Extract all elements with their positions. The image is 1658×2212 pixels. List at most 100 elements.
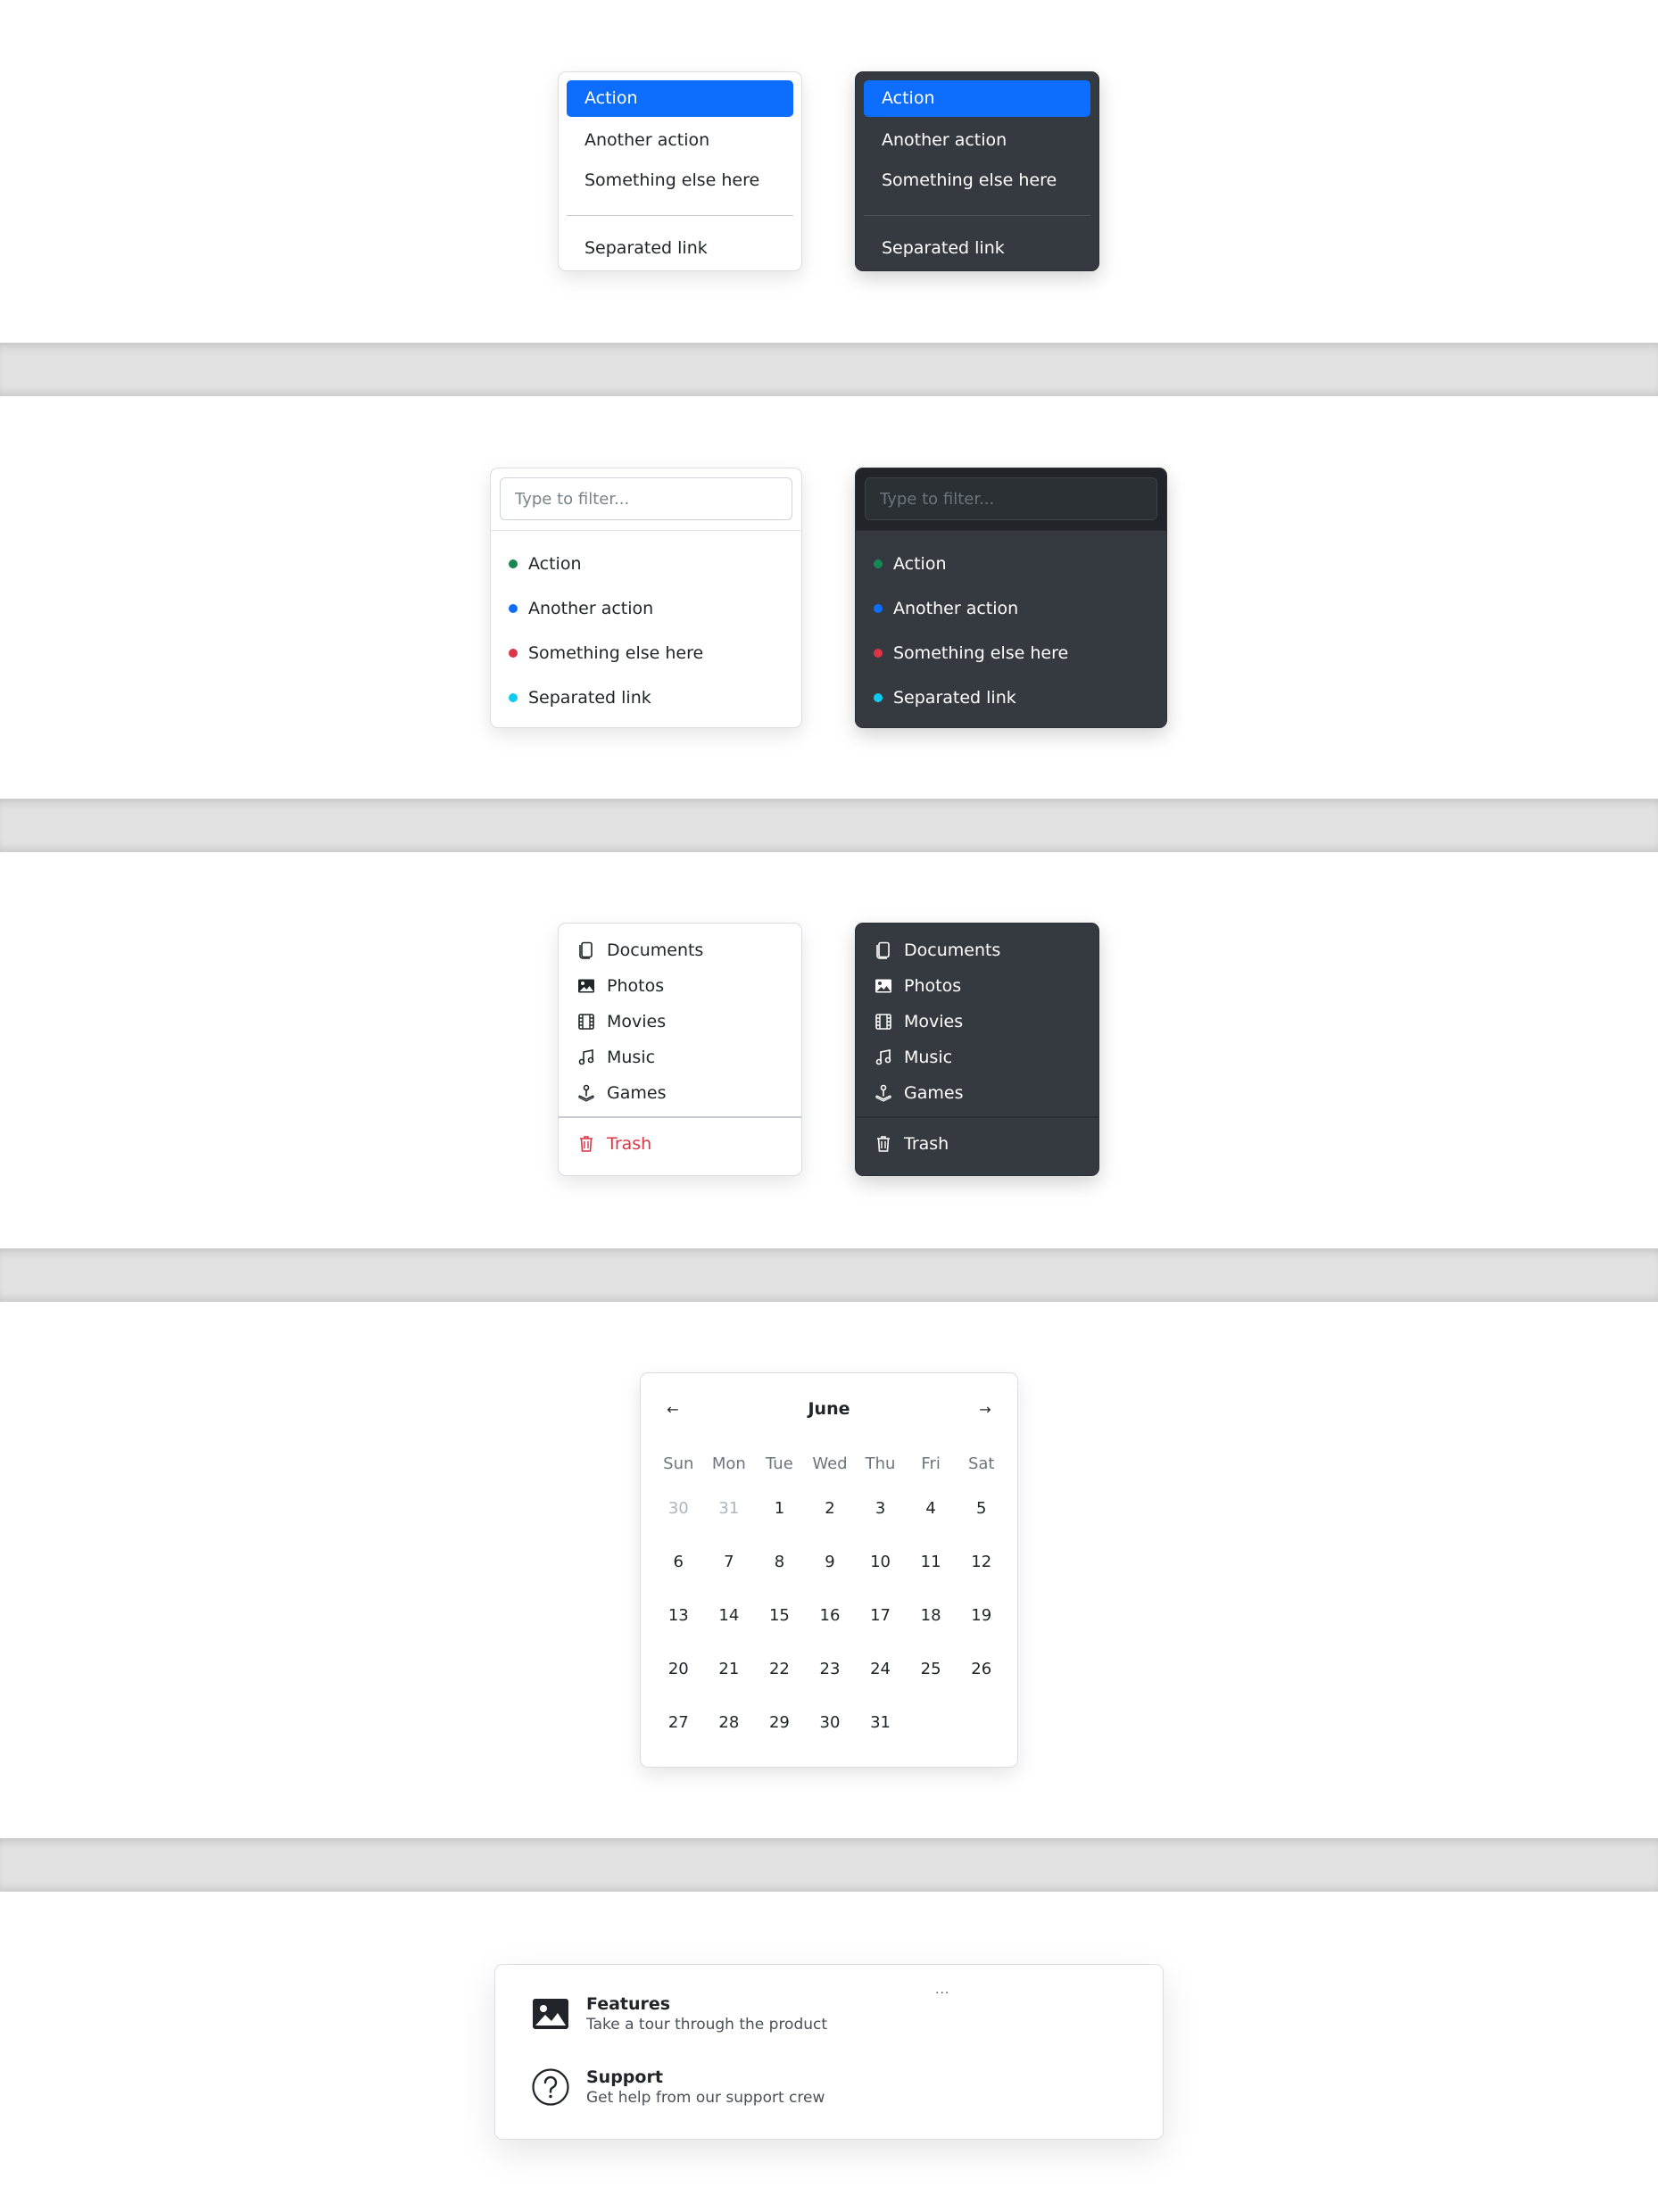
calendar-day[interactable]: 22 [754, 1643, 805, 1696]
menu-item-action[interactable]: Action [567, 80, 793, 117]
calendar-day[interactable]: 9 [805, 1536, 856, 1589]
image-icon [874, 976, 893, 996]
calendar-day[interactable]: 28 [704, 1696, 755, 1750]
menu-item-something-else[interactable]: Something else here [864, 161, 1090, 200]
calendar-day[interactable]: 1 [754, 1482, 805, 1536]
filter-item-something-else[interactable]: Something else here [491, 631, 801, 675]
filter-item-label: Separated link [528, 688, 651, 708]
menu-item-label: Trash [607, 1134, 652, 1154]
menu-item-label: Music [607, 1048, 656, 1067]
menu-item-trash[interactable]: Trash [559, 1118, 801, 1170]
filter-input[interactable] [500, 477, 792, 520]
menu-item-games[interactable]: Games [559, 1075, 801, 1111]
filter-item-something-else[interactable]: Something else here [856, 631, 1166, 675]
filter-item-separated-link[interactable]: Separated link [491, 675, 801, 720]
calendar-day[interactable]: 19 [956, 1589, 1007, 1643]
joystick-icon [576, 1083, 596, 1103]
calendar-day[interactable]: 3 [855, 1482, 906, 1536]
menu-item-label: Documents [607, 940, 704, 960]
menu-item-photos[interactable]: Photos [559, 968, 801, 1004]
calendar-day[interactable]: 27 [653, 1696, 704, 1750]
menu-item-label: Trash [904, 1134, 949, 1154]
status-dot [874, 604, 883, 613]
question-circle-icon [531, 2067, 570, 2107]
menu-divider [567, 215, 793, 216]
calendar-day[interactable]: 13 [653, 1589, 704, 1643]
calendar-day[interactable]: 10 [855, 1536, 906, 1589]
menu-item-documents[interactable]: Documents [856, 932, 1098, 968]
calendar-day[interactable]: 14 [704, 1589, 755, 1643]
calendar-day[interactable]: 30 [653, 1482, 704, 1536]
calendar-day[interactable]: 23 [805, 1643, 856, 1696]
calendar-day[interactable]: 21 [704, 1643, 755, 1696]
calendar-day[interactable]: 30 [805, 1696, 856, 1750]
calendar-day[interactable]: 15 [754, 1589, 805, 1643]
filter-header [856, 468, 1166, 531]
menu-item-label: Games [607, 1083, 667, 1103]
menu-item-label: Games [904, 1083, 964, 1103]
calendar-dropdown: ← June → Sun Mon Tue Wed Thu Fri Sat 30 31 1 2 3 4 5 6… [640, 1372, 1018, 1768]
calendar-day[interactable]: 25 [906, 1643, 957, 1696]
files-icon [874, 940, 893, 960]
section-divider [0, 343, 1658, 396]
menu-item-movies[interactable]: Movies [856, 1004, 1098, 1040]
filter-dropdown-light: Action Another action Something else her… [490, 468, 802, 728]
feature-item-features[interactable]: Features Take a tour through the product [531, 1993, 827, 2034]
calendar-day[interactable]: 17 [855, 1589, 906, 1643]
menu-item-games[interactable]: Games [856, 1075, 1098, 1111]
menu-item-documents[interactable]: Documents [559, 932, 801, 968]
menu-item-separated-link[interactable]: Separated link [567, 228, 793, 268]
calendar-day[interactable]: 26 [956, 1643, 1007, 1696]
filter-item-another-action[interactable]: Another action [856, 586, 1166, 631]
calendar-day[interactable]: 24 [855, 1643, 906, 1696]
filter-input[interactable] [865, 477, 1157, 520]
trash-icon [874, 1134, 893, 1154]
filter-item-action[interactable]: Action [491, 542, 801, 586]
calendar-day[interactable]: 7 [704, 1536, 755, 1589]
calendar-day[interactable]: 11 [906, 1536, 957, 1589]
image-icon [531, 1994, 570, 2034]
calendar-day[interactable]: 18 [906, 1589, 957, 1643]
status-dot [874, 693, 883, 702]
section-divider [0, 1248, 1658, 1302]
calendar-day[interactable]: 20 [653, 1643, 704, 1696]
menu-item-trash[interactable]: Trash [856, 1118, 1098, 1170]
menu-item-photos[interactable]: Photos [856, 968, 1098, 1004]
calendar-day[interactable]: 4 [906, 1482, 957, 1536]
dropdown-menu-dark: Action Another action Something else her… [855, 71, 1099, 271]
calendar-day[interactable]: 31 [855, 1696, 906, 1750]
feature-item-support[interactable]: Support Get help from our support crew [531, 2067, 825, 2108]
calendar-grid: Sun Mon Tue Wed Thu Fri Sat 30 31 1 2 3 4 5 6 7 8 9 10 11 12… [653, 1446, 1007, 1750]
filter-item-action[interactable]: Action [856, 542, 1166, 586]
feature-title: Support [586, 2067, 663, 2087]
filter-item-label: Separated link [893, 688, 1016, 708]
calendar-day[interactable]: 8 [754, 1536, 805, 1589]
next-month-button[interactable]: → [966, 1389, 1005, 1429]
weekday-label: Thu [865, 1454, 896, 1473]
menu-item-another-action[interactable]: Another action [864, 120, 1090, 160]
menu-item-movies[interactable]: Movies [559, 1004, 801, 1040]
calendar-day[interactable]: 2 [805, 1482, 856, 1536]
menu-item-music[interactable]: Music [559, 1040, 801, 1075]
menu-item-label: Movies [607, 1012, 667, 1031]
prev-month-button[interactable]: ← [653, 1389, 692, 1429]
menu-item-another-action[interactable]: Another action [567, 120, 793, 160]
filter-item-another-action[interactable]: Another action [491, 586, 801, 631]
menu-item-separated-link[interactable]: Separated link [864, 228, 1090, 268]
calendar-day[interactable]: 6 [653, 1536, 704, 1589]
filter-item-separated-link[interactable]: Separated link [856, 675, 1166, 720]
files-icon [576, 940, 596, 960]
joystick-icon [874, 1083, 893, 1103]
image-icon [576, 976, 596, 996]
menu-item-music[interactable]: Music [856, 1040, 1098, 1075]
weekday-label: Wed [812, 1454, 848, 1473]
calendar-day[interactable]: 12 [956, 1536, 1007, 1589]
calendar-day[interactable]: 5 [956, 1482, 1007, 1536]
menu-item-something-else[interactable]: Something else here [567, 161, 793, 200]
calendar-day[interactable]: 31 [704, 1482, 755, 1536]
menu-item-action[interactable]: Action [864, 80, 1090, 117]
calendar-header: ← June → [653, 1389, 1005, 1429]
calendar-day[interactable]: 29 [754, 1696, 805, 1750]
status-dot [874, 649, 883, 658]
calendar-day[interactable]: 16 [805, 1589, 856, 1643]
